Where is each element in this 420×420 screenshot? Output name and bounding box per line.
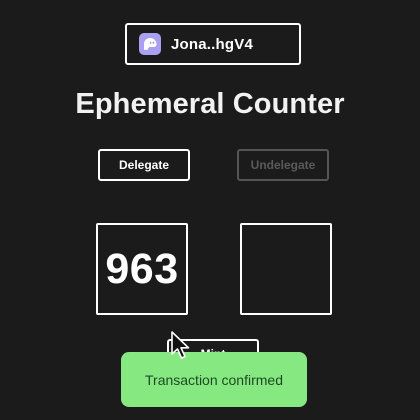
app-page: Jona..hgV4 Ephemeral Counter Delegate Un… [0, 0, 420, 420]
counter-display-left: 963 [96, 223, 188, 315]
mouse-pointer-icon [171, 331, 190, 359]
phantom-ghost-icon [139, 33, 161, 55]
undelegate-button[interactable]: Undelegate [237, 149, 329, 181]
toast-notification: Transaction confirmed [121, 352, 307, 407]
counter-value: 963 [105, 244, 179, 293]
wallet-address-label: Jona..hgV4 [171, 35, 254, 53]
page-title: Ephemeral Counter [75, 88, 345, 120]
wallet-button[interactable]: Jona..hgV4 [125, 23, 301, 65]
counter-display-right [240, 223, 332, 315]
toast-message: Transaction confirmed [145, 371, 283, 388]
delegate-button[interactable]: Delegate [98, 149, 190, 181]
